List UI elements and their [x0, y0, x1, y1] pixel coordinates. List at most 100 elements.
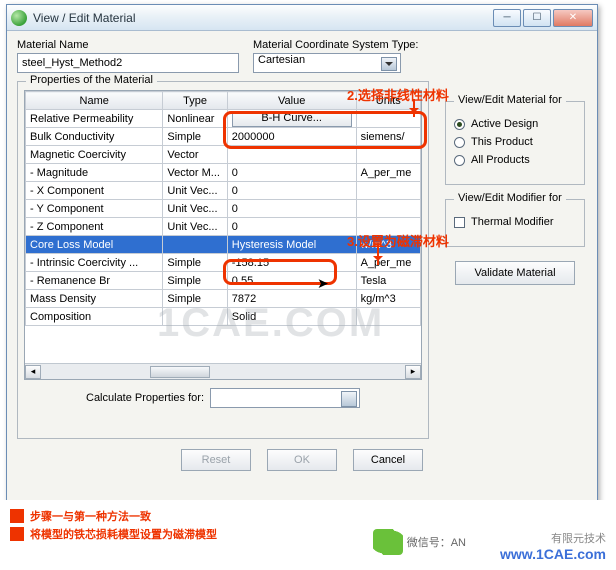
cell-type[interactable] [163, 236, 227, 254]
radio-active-design-label: Active Design [471, 118, 538, 130]
view-modifier-title: View/Edit Modifier for [454, 192, 566, 204]
material-name-label: Material Name [17, 39, 239, 51]
cell-units[interactable] [356, 218, 420, 236]
coord-type-select[interactable]: Cartesian [253, 53, 401, 73]
scroll-right-button[interactable]: ▸ [405, 365, 421, 379]
cell-type[interactable]: Simple [163, 128, 227, 146]
cell-units[interactable]: Tesla [356, 272, 420, 290]
calc-select[interactable] [210, 388, 360, 408]
cell-units[interactable] [356, 182, 420, 200]
footer-line-2: 将模型的铁芯损耗模型设置为磁滞模型 [30, 526, 217, 542]
cell-name[interactable]: - Magnitude [26, 164, 163, 182]
dialog-body: Material Name Material Coordinate System… [7, 31, 597, 503]
cell-type[interactable]: Unit Vec... [163, 200, 227, 218]
close-button[interactable]: ✕ [553, 9, 593, 27]
cell-name[interactable]: - X Component [26, 182, 163, 200]
minimize-button[interactable]: ─ [493, 9, 521, 27]
site-url: www.1CAE.com [500, 546, 606, 562]
cell-value[interactable]: 0 [227, 182, 356, 200]
cell-name[interactable]: - Z Component [26, 218, 163, 236]
table-row[interactable]: - Remanence BrSimple0.55Tesla [26, 272, 421, 290]
col-name[interactable]: Name [26, 92, 163, 110]
cell-name[interactable]: Relative Permeability [26, 110, 163, 128]
view-material-group: View/Edit Material for Active Design Thi… [445, 101, 585, 185]
cell-units[interactable] [356, 308, 420, 326]
cell-name[interactable]: - Y Component [26, 200, 163, 218]
thermal-checkbox[interactable] [454, 217, 465, 228]
cell-name[interactable]: Composition [26, 308, 163, 326]
cell-type[interactable]: Vector [163, 146, 227, 164]
cell-value[interactable]: 0.55 [227, 272, 356, 290]
cell-name[interactable]: Magnetic Coercivity [26, 146, 163, 164]
cell-value[interactable]: Hysteresis Model [227, 236, 356, 254]
table-row[interactable]: Bulk ConductivitySimple2000000siemens/ [26, 128, 421, 146]
table-row[interactable]: Relative PermeabilityNonlinear B-H Curve.… [26, 110, 421, 128]
cell-name[interactable]: Mass Density [26, 290, 163, 308]
cell-name[interactable]: - Intrinsic Coercivity ... [26, 254, 163, 272]
cell-value[interactable]: 0 [227, 200, 356, 218]
cancel-button[interactable]: Cancel [353, 449, 423, 471]
view-material-title: View/Edit Material for [454, 94, 566, 106]
cell-name[interactable]: Bulk Conductivity [26, 128, 163, 146]
table-row[interactable]: Core Loss Model Hysteresis Modelw/m^3 [26, 236, 421, 254]
cell-type[interactable]: Unit Vec... [163, 218, 227, 236]
cell-value[interactable]: -158.15 [227, 254, 356, 272]
cell-type[interactable]: Simple [163, 254, 227, 272]
cell-value[interactable]: 0 [227, 164, 356, 182]
cell-units[interactable] [356, 146, 420, 164]
table-row[interactable]: - Z ComponentUnit Vec...0 [26, 218, 421, 236]
cell-value[interactable]: 2000000 [227, 128, 356, 146]
col-value[interactable]: Value [227, 92, 356, 110]
coord-type-value: Cartesian [258, 54, 305, 66]
cell-value[interactable] [227, 146, 356, 164]
footer-line-1: 步骤一与第一种方法一致 [30, 508, 151, 524]
cell-value[interactable]: 7872 [227, 290, 356, 308]
cell-type[interactable]: Nonlinear [163, 110, 227, 128]
thermal-label: Thermal Modifier [471, 216, 554, 228]
cell-units[interactable]: kg/m^3 [356, 290, 420, 308]
table-row[interactable]: Mass DensitySimple7872kg/m^3 [26, 290, 421, 308]
coord-type-label: Material Coordinate System Type: [253, 39, 418, 51]
site-signature: 有限元技术 [500, 530, 606, 546]
cell-value[interactable]: B-H Curve... [227, 110, 356, 128]
bh-curve-button[interactable]: B-H Curve... [232, 111, 352, 127]
cell-type[interactable]: Vector M... [163, 164, 227, 182]
cell-value[interactable]: Solid [227, 308, 356, 326]
cell-units[interactable]: w/m^3 [356, 236, 420, 254]
cell-units[interactable]: A_per_me [356, 164, 420, 182]
ok-button[interactable]: OK [267, 449, 337, 471]
radio-all-products[interactable] [454, 155, 465, 166]
cell-name[interactable]: - Remanence Br [26, 272, 163, 290]
scroll-thumb[interactable] [150, 366, 210, 378]
h-scrollbar[interactable]: ◂ ▸ [25, 363, 421, 379]
maximize-button[interactable]: ☐ [523, 9, 551, 27]
radio-active-design[interactable] [454, 119, 465, 130]
table-row[interactable]: - MagnitudeVector M...0A_per_me [26, 164, 421, 182]
table-row[interactable]: - X ComponentUnit Vec...0 [26, 182, 421, 200]
table-row[interactable]: - Y ComponentUnit Vec...0 [26, 200, 421, 218]
cell-type[interactable] [163, 308, 227, 326]
cell-type[interactable]: Unit Vec... [163, 182, 227, 200]
cell-type[interactable]: Simple [163, 272, 227, 290]
titlebar: View / Edit Material ─ ☐ ✕ [7, 5, 597, 31]
table-row[interactable]: Magnetic CoercivityVector [26, 146, 421, 164]
radio-this-product[interactable] [454, 137, 465, 148]
cell-name[interactable]: Core Loss Model [26, 236, 163, 254]
scroll-left-button[interactable]: ◂ [25, 365, 41, 379]
table-row[interactable]: - Intrinsic Coercivity ...Simple-158.15A… [26, 254, 421, 272]
cell-units[interactable]: A_per_me [356, 254, 420, 272]
cell-units[interactable]: siemens/ [356, 128, 420, 146]
scroll-track[interactable] [41, 365, 405, 379]
validate-button[interactable]: Validate Material [455, 261, 575, 285]
col-type[interactable]: Type [163, 92, 227, 110]
properties-grid[interactable]: Name Type Value Units Relative Permeabil… [24, 90, 422, 380]
calc-label: Calculate Properties for: [86, 392, 204, 404]
table-row[interactable]: Composition Solid [26, 308, 421, 326]
radio-all-products-label: All Products [471, 154, 530, 166]
col-units[interactable]: Units [356, 92, 420, 110]
reset-button[interactable]: Reset [181, 449, 251, 471]
cell-type[interactable]: Simple [163, 290, 227, 308]
cell-value[interactable]: 0 [227, 218, 356, 236]
cell-units[interactable] [356, 200, 420, 218]
material-name-input[interactable] [17, 53, 239, 73]
